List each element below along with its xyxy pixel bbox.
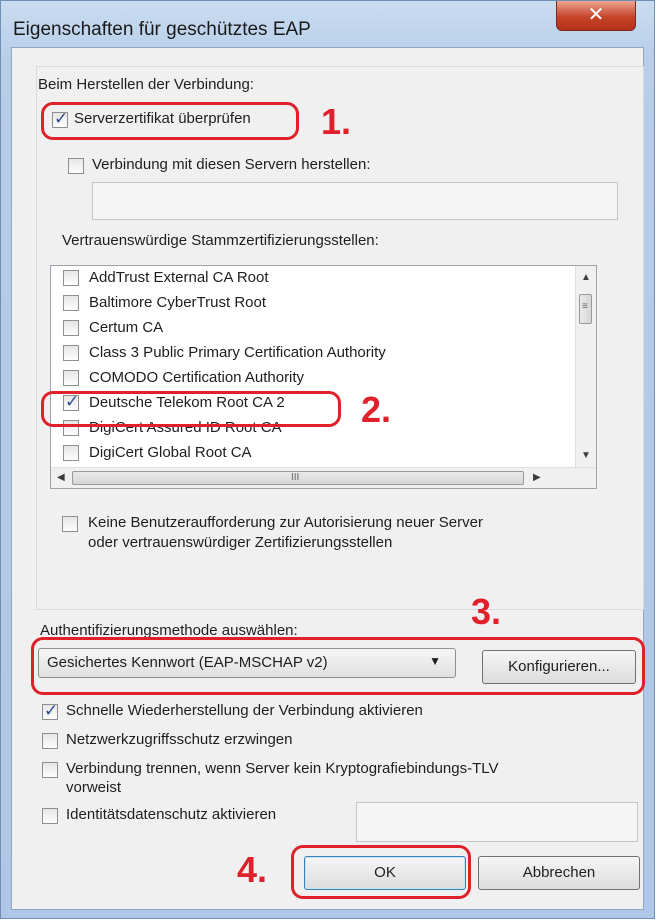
ca-label: COMODO Certification Authority xyxy=(89,369,305,386)
no-prompt-label-line1[interactable]: Keine Benutzeraufforderung zur Autorisie… xyxy=(88,514,483,531)
disconnect-checkbox[interactable] xyxy=(42,762,58,778)
eap-properties-window: Eigenschaften für geschütztes EAP ✕ Beim… xyxy=(0,0,655,919)
no-prompt-label-line2[interactable]: oder vertrauenswürdiger Zertifizierungss… xyxy=(88,534,392,551)
window-title: Eigenschaften für geschütztes EAP xyxy=(13,19,311,40)
list-item[interactable]: COMODO Certification Authority xyxy=(51,366,576,390)
ca-label: Certum CA xyxy=(89,319,164,336)
disconnect-label-line2[interactable]: vorweist xyxy=(66,779,121,796)
identity-privacy-label[interactable]: Identitätsdatenschutz aktivieren xyxy=(66,806,276,823)
list-item[interactable]: Class 3 Public Primary Certification Aut… xyxy=(51,341,576,365)
ca-label: Baltimore CyberTrust Root xyxy=(89,294,266,311)
trusted-ca-heading: Vertrauenswürdige Stammzertifizierungsst… xyxy=(62,232,379,249)
disconnect-label-line1[interactable]: Verbindung trennen, wenn Server kein Kry… xyxy=(66,760,499,777)
servers-input[interactable] xyxy=(92,182,618,220)
fast-reconnect-label[interactable]: Schnelle Wiederherstellung der Verbindun… xyxy=(66,702,423,719)
title-bar[interactable]: Eigenschaften für geschütztes EAP ✕ xyxy=(1,1,654,47)
no-prompt-checkbox[interactable] xyxy=(62,516,78,532)
list-item[interactable]: DigiCert Global Root CA xyxy=(51,441,576,465)
ca-checkbox[interactable] xyxy=(63,295,79,311)
ca-label: AddTrust External CA Root xyxy=(89,269,269,286)
vertical-scrollbar[interactable]: ▲ ≡ ▼ xyxy=(575,266,596,469)
list-item[interactable]: Certum CA xyxy=(51,316,576,340)
identity-input[interactable] xyxy=(356,802,638,842)
ca-checkbox[interactable] xyxy=(63,345,79,361)
cancel-button[interactable]: Abbrechen xyxy=(478,856,640,890)
ca-checkbox[interactable] xyxy=(63,445,79,461)
ca-checkbox[interactable] xyxy=(63,370,79,386)
connection-heading: Beim Herstellen der Verbindung: xyxy=(38,76,254,93)
annotation-step3: 3. xyxy=(471,591,502,632)
horizontal-scrollbar[interactable]: ◀ III ▶ xyxy=(51,467,596,488)
scroll-up-icon[interactable]: ▲ xyxy=(581,272,591,283)
identity-privacy-checkbox[interactable] xyxy=(42,808,58,824)
annotation-box-step3 xyxy=(31,637,645,695)
scroll-down-icon[interactable]: ▼ xyxy=(581,450,591,461)
ca-checkbox[interactable] xyxy=(63,270,79,286)
trusted-ca-list[interactable]: AddTrust External CA Root Baltimore Cybe… xyxy=(50,265,597,489)
scroll-right-icon[interactable]: ▶ xyxy=(533,472,541,483)
connect-servers-checkbox[interactable] xyxy=(68,158,84,174)
list-item[interactable]: AddTrust External CA Root xyxy=(51,266,576,290)
ca-checkbox[interactable] xyxy=(63,320,79,336)
horizontal-scroll-thumb[interactable]: III xyxy=(72,471,524,485)
ca-label: DigiCert Global Root CA xyxy=(89,444,252,461)
annotation-step1: 1. xyxy=(321,101,352,142)
annotation-step4: 4. xyxy=(237,849,268,890)
close-button[interactable]: ✕ xyxy=(556,1,636,31)
annotation-step2: 2. xyxy=(361,389,392,430)
nap-label[interactable]: Netzwerkzugriffsschutz erzwingen xyxy=(66,731,292,748)
annotation-box-step4 xyxy=(291,845,471,899)
fast-reconnect-checkbox[interactable] xyxy=(42,701,58,721)
dialog-body: Beim Herstellen der Verbindung: Serverze… xyxy=(11,47,644,910)
vertical-scroll-thumb[interactable]: ≡ xyxy=(579,294,592,324)
ca-label: Class 3 Public Primary Certification Aut… xyxy=(89,344,386,361)
connect-servers-label[interactable]: Verbindung mit diesen Servern herstellen… xyxy=(92,156,371,173)
grip-icon: ≡ xyxy=(582,301,588,312)
close-icon: ✕ xyxy=(587,4,605,26)
annotation-box-step1 xyxy=(41,102,299,140)
nap-checkbox[interactable] xyxy=(42,733,58,749)
scroll-left-icon[interactable]: ◀ xyxy=(57,472,65,483)
list-item[interactable]: Baltimore CyberTrust Root xyxy=(51,291,576,315)
grip-icon: III xyxy=(291,472,300,483)
annotation-box-step2 xyxy=(41,391,341,427)
